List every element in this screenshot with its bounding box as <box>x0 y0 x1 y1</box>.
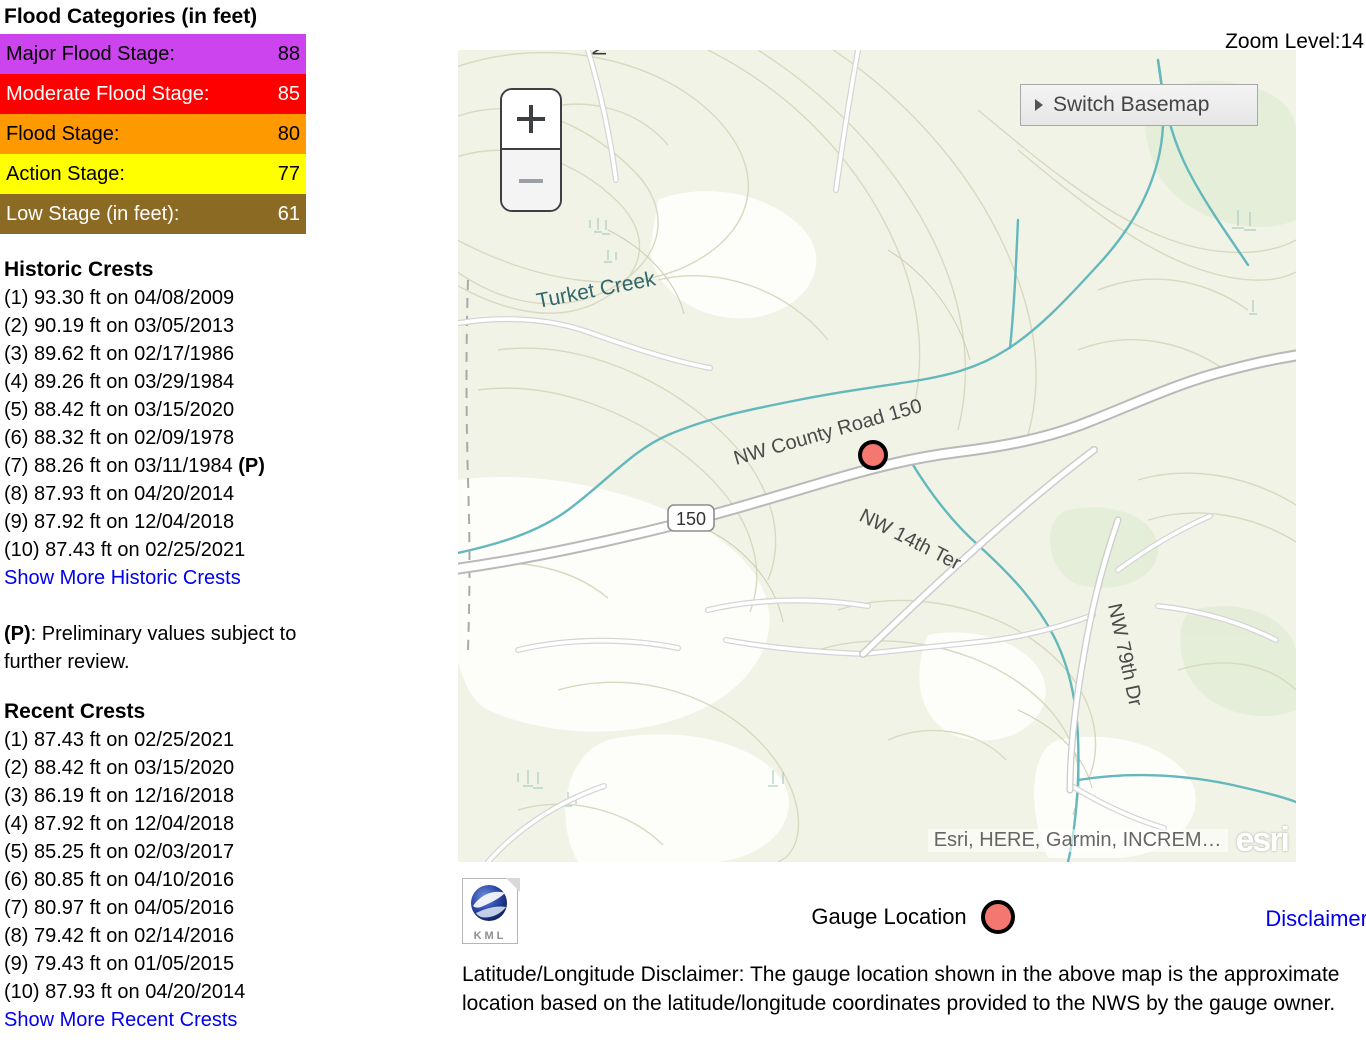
crest-list-item: (7) 88.26 ft on 03/11/1984 (P) <box>4 452 440 480</box>
historic-crests-list: (1) 93.30 ft on 04/08/2009 (2) 90.19 ft o… <box>0 284 440 564</box>
route-shield-label: 150 <box>676 509 706 529</box>
crest-list-item: (4) 87.92 ft on 12/04/2018 <box>4 810 440 838</box>
crest-text: (2) 88.42 ft on 03/15/2020 <box>4 757 235 779</box>
crest-text: (4) 87.92 ft on 12/04/2018 <box>4 813 235 835</box>
crest-list-item: (6) 88.32 ft on 02/09/1978 <box>4 424 440 452</box>
crest-text: (1) 93.30 ft on 04/08/2009 <box>4 287 235 309</box>
preliminary-key: (P) <box>4 623 31 645</box>
crest-list-item: (10) 87.43 ft on 02/25/2021 <box>4 536 440 564</box>
crest-list-item: (9) 87.92 ft on 12/04/2018 <box>4 508 440 536</box>
map-viewport[interactable]: 150 NW 91Turket CreekNW County Road 150N… <box>458 50 1296 862</box>
crest-list-item: (1) 93.30 ft on 04/08/2009 <box>4 284 440 312</box>
crest-text: (7) 80.97 ft on 04/05/2016 <box>4 897 235 919</box>
crest-list-item: (6) 80.85 ft on 04/10/2016 <box>4 866 440 894</box>
chevron-right-icon <box>1035 99 1043 111</box>
crest-text: (2) 90.19 ft on 03/05/2013 <box>4 315 235 337</box>
crest-text: (9) 87.92 ft on 12/04/2018 <box>4 511 235 533</box>
crest-text: (10) 87.93 ft on 04/20/2014 <box>4 981 246 1003</box>
flood-category-row: Flood Stage: 80 <box>0 114 306 154</box>
show-more-recent-crests-link[interactable]: Show More Recent Crests <box>0 1006 440 1034</box>
flood-category-value: 80 <box>277 123 300 145</box>
crest-list-item: (2) 88.42 ft on 03/15/2020 <box>4 754 440 782</box>
flood-category-label: Major Flood Stage: <box>6 43 175 65</box>
map-label: NW 91 <box>590 50 611 56</box>
switch-basemap-label: Switch Basemap <box>1053 93 1210 116</box>
flood-category-value: 88 <box>277 43 300 65</box>
recent-crests-list: (1) 87.43 ft on 02/25/2021 (2) 88.42 ft o… <box>0 726 440 1006</box>
flood-category-label: Moderate Flood Stage: <box>6 83 210 105</box>
crest-list-item: (5) 88.42 ft on 03/15/2020 <box>4 396 440 424</box>
crest-list-item: (8) 87.93 ft on 04/20/2014 <box>4 480 440 508</box>
crest-list-item: (7) 80.97 ft on 04/05/2016 <box>4 894 440 922</box>
flood-category-label: Low Stage (in feet): <box>6 203 180 225</box>
flood-category-label: Flood Stage: <box>6 123 120 145</box>
crest-text: (4) 89.26 ft on 03/29/1984 <box>4 371 235 393</box>
crest-text: (5) 88.42 ft on 03/15/2020 <box>4 399 235 421</box>
crest-text: (9) 79.43 ft on 01/05/2015 <box>4 953 235 975</box>
crest-text: (5) 85.25 ft on 02/03/2017 <box>4 841 235 863</box>
preliminary-badge: (P) <box>232 455 265 477</box>
flood-category-label: Action Stage: <box>6 163 125 185</box>
crest-text: (1) 87.43 ft on 02/25/2021 <box>4 729 235 751</box>
preliminary-values-note: (P): Preliminary values subject to furth… <box>0 620 334 676</box>
show-more-historic-crests-link[interactable]: Show More Historic Crests <box>0 564 440 592</box>
flood-category-row: Major Flood Stage: 88 <box>0 34 306 74</box>
crest-list-item: (4) 89.26 ft on 03/29/1984 <box>4 368 440 396</box>
map-zoom-controls[interactable] <box>500 88 562 212</box>
switch-basemap-button[interactable]: Switch Basemap <box>1020 84 1258 126</box>
crest-text: (3) 86.19 ft on 12/16/2018 <box>4 785 235 807</box>
crest-list-item: (8) 79.42 ft on 02/14/2016 <box>4 922 440 950</box>
historic-crests-heading: Historic Crests <box>4 258 154 281</box>
crest-text: (3) 89.62 ft on 02/17/1986 <box>4 343 235 365</box>
zoom-in-button[interactable] <box>502 90 560 150</box>
crest-text: (7) 88.26 ft on 03/11/1984 <box>4 455 233 477</box>
preliminary-note-text: : Preliminary values subject to further … <box>4 623 297 673</box>
crest-text: (6) 80.85 ft on 04/10/2016 <box>4 869 235 891</box>
flood-categories-table: Major Flood Stage: 88 Moderate Flood Stage… <box>0 34 306 234</box>
flood-category-value: 77 <box>277 163 300 185</box>
crest-list-item: (10) 87.93 ft on 04/20/2014 <box>4 978 440 1006</box>
gauge-location-legend-swatch <box>980 900 1015 934</box>
crest-text: (6) 88.32 ft on 02/09/1978 <box>4 427 235 449</box>
zoom-out-button[interactable] <box>502 150 560 210</box>
gauge-location-marker[interactable] <box>858 440 888 470</box>
crest-text: (8) 87.93 ft on 04/20/2014 <box>4 483 235 505</box>
recent-crests-heading: Recent Crests <box>4 700 146 723</box>
crest-list-item: (2) 90.19 ft on 03/05/2013 <box>4 312 440 340</box>
plus-icon <box>517 105 545 133</box>
crest-text: (8) 79.42 ft on 02/14/2016 <box>4 925 235 947</box>
crest-text: (10) 87.43 ft on 02/25/2021 <box>4 539 246 561</box>
minus-icon <box>517 166 545 194</box>
flood-category-row: Low Stage (in feet): 61 <box>0 194 306 234</box>
map-legend-row: KML Gauge Location Disclaimer <box>458 878 1366 962</box>
disclaimer-link[interactable]: Disclaimer <box>1265 906 1366 932</box>
crest-list-item: (3) 89.62 ft on 02/17/1986 <box>4 340 440 368</box>
flood-category-row: Moderate Flood Stage: 85 <box>0 74 306 114</box>
flood-categories-title: Flood Categories (in feet) <box>4 5 258 28</box>
crest-list-item: (3) 86.19 ft on 12/16/2018 <box>4 782 440 810</box>
crest-list-item: (5) 85.25 ft on 02/03/2017 <box>4 838 440 866</box>
flood-info-sidebar: Flood Categories (in feet) Major Flood S… <box>0 0 440 1053</box>
gauge-location-legend-label: Gauge Location <box>811 904 967 929</box>
map-panel: Zoom Level:14 150 Turket Creek NW County… <box>440 0 1366 1053</box>
latlon-disclaimer-text: Latitude/Longitude Disclaimer: The gauge… <box>462 963 1340 1015</box>
flood-category-row: Action Stage: 77 <box>0 154 306 194</box>
crest-list-item: (9) 79.43 ft on 01/05/2015 <box>4 950 440 978</box>
crest-list-item: (1) 87.43 ft on 02/25/2021 <box>4 726 440 754</box>
gauge-location-legend: Gauge Location <box>458 900 1366 934</box>
